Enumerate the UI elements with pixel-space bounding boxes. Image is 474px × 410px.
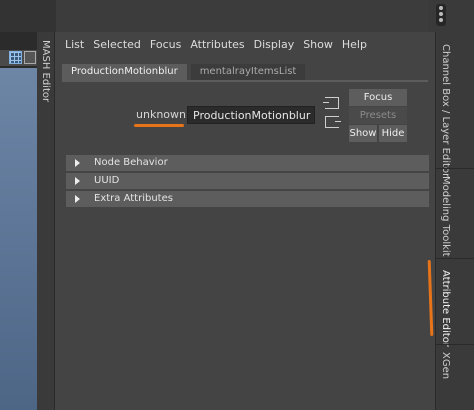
focus-button[interactable]: Focus <box>349 89 407 106</box>
expand-triangle-icon <box>75 159 80 167</box>
section-label: UUID <box>94 175 120 186</box>
top-right-toolbar <box>428 0 474 32</box>
menu-attributes[interactable]: Attributes <box>190 36 244 54</box>
tab-xgen[interactable]: XGen <box>440 352 451 379</box>
top-toolbar <box>0 0 474 32</box>
panel-layout-icon[interactable] <box>24 51 36 64</box>
tab-attribute-editor[interactable]: Attribute Editor <box>440 270 451 347</box>
menu-display[interactable]: Display <box>254 36 295 54</box>
hide-button[interactable]: Hide <box>379 125 407 142</box>
expand-triangle-icon <box>75 177 80 185</box>
tab-modeling-toolkit[interactable]: Modeling Toolkit <box>440 176 451 257</box>
output-connection-icon[interactable] <box>325 116 341 128</box>
section-extra-attributes[interactable]: Extra Attributes <box>66 191 429 207</box>
section-label: Node Behavior <box>94 157 168 168</box>
tab-divider <box>436 258 474 259</box>
section-uuid[interactable]: UUID <box>66 173 429 189</box>
tab-mash-editor[interactable]: MASH Editor <box>40 40 51 102</box>
menu-show[interactable]: Show <box>303 36 333 54</box>
tab-underline <box>62 80 428 82</box>
show-button[interactable]: Show <box>349 125 377 142</box>
grid-icon[interactable] <box>9 51 22 64</box>
section-node-behavior[interactable]: Node Behavior <box>66 155 429 171</box>
node-name-field[interactable] <box>187 106 315 124</box>
tab-channel-box[interactable]: Channel Box / Layer Editor <box>440 44 451 177</box>
input-connection-icon[interactable] <box>323 97 339 109</box>
attribute-editor-menubar: List Selected Focus Attributes Display S… <box>56 36 367 54</box>
tab-production-motionblur[interactable]: ProductionMotionblur <box>62 64 187 80</box>
tab-mentalray-items-list[interactable]: mentalrayItemsList <box>190 64 306 80</box>
viewport-canvas[interactable] <box>0 68 37 410</box>
tab-divider <box>436 168 474 169</box>
menu-focus[interactable]: Focus <box>150 36 181 54</box>
presets-button[interactable]: Presets <box>349 107 407 124</box>
menu-list[interactable]: List <box>65 36 84 54</box>
menu-help[interactable]: Help <box>342 36 367 54</box>
annotation-underline <box>134 124 184 127</box>
tab-divider <box>436 344 474 345</box>
section-label: Extra Attributes <box>94 193 173 204</box>
menu-selected[interactable]: Selected <box>93 36 141 54</box>
expand-triangle-icon <box>75 195 80 203</box>
panel-drag-handle[interactable] <box>436 4 446 26</box>
top-left-toolbar <box>0 0 56 32</box>
node-type-label: unknown: <box>136 108 190 121</box>
